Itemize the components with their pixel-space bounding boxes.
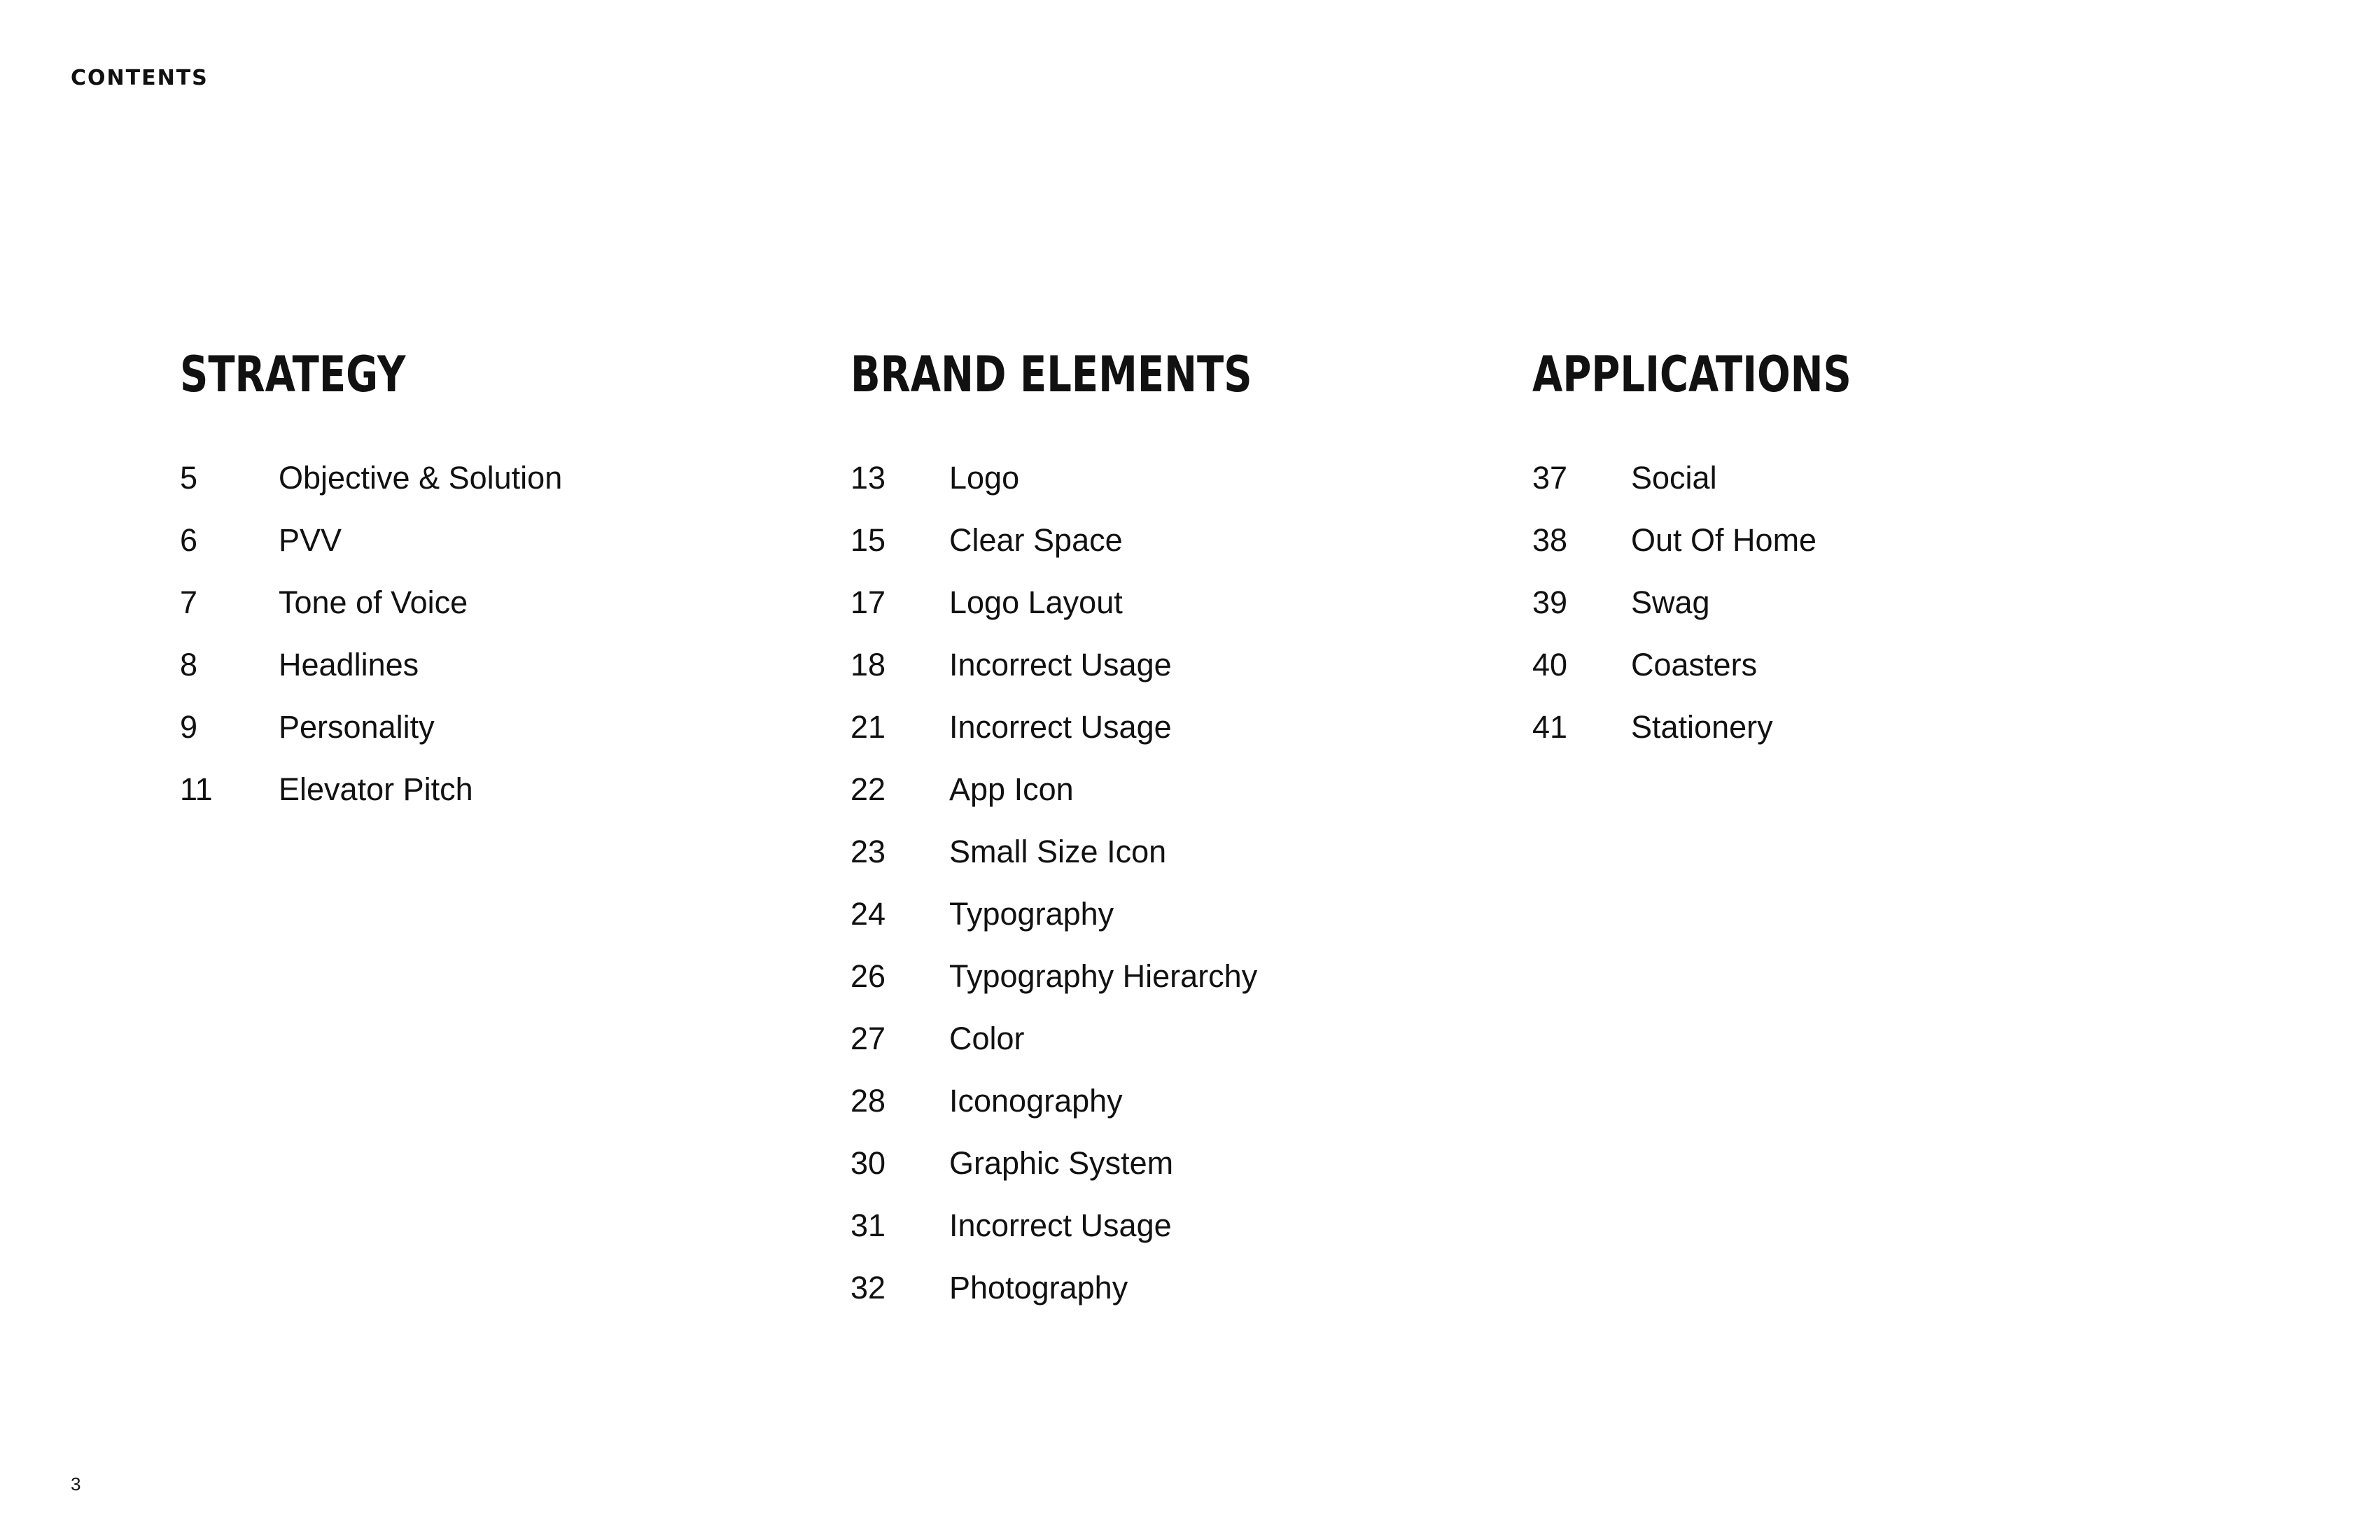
toc-entry-title: Logo bbox=[949, 460, 1020, 496]
toc-page-number: 23 bbox=[850, 834, 886, 869]
toc-entry[interactable]: 40 Coasters bbox=[1532, 634, 1931, 696]
toc-entry[interactable]: 21 Incorrect Usage bbox=[850, 696, 1352, 758]
toc-entry[interactable]: 37 Social bbox=[1532, 447, 1931, 509]
toc-entry-title: Incorrect Usage bbox=[949, 647, 1172, 682]
toc-entry[interactable]: 6 PVV bbox=[180, 509, 562, 571]
toc-page-number: 17 bbox=[850, 584, 886, 620]
toc-entry-title: Incorrect Usage bbox=[949, 1208, 1172, 1243]
toc-entry[interactable]: 11 Elevator Pitch bbox=[180, 758, 562, 820]
toc-entry[interactable]: 13 Logo bbox=[850, 447, 1352, 509]
toc-entry[interactable]: 39 Swag bbox=[1532, 571, 1931, 634]
toc-entry-title: Color bbox=[949, 1021, 1025, 1056]
toc-page-number: 30 bbox=[850, 1145, 886, 1181]
toc-page-number: 22 bbox=[850, 771, 886, 807]
toc-entry[interactable]: 32 Photography bbox=[850, 1256, 1352, 1319]
toc-entry-title: Headlines bbox=[279, 647, 419, 682]
toc-entry-title: Typography Hierarchy bbox=[949, 958, 1258, 994]
section-title: BRAND ELEMENTS bbox=[850, 346, 1252, 403]
toc-page-number: 39 bbox=[1532, 584, 1568, 620]
toc-entry[interactable]: 17 Logo Layout bbox=[850, 571, 1352, 634]
toc-page-number: 9 bbox=[180, 709, 198, 745]
toc-entry-title: Clear Space bbox=[949, 522, 1123, 558]
toc-entry-title: Coasters bbox=[1631, 647, 1758, 682]
toc-page-number: 37 bbox=[1532, 460, 1568, 496]
toc-entry[interactable]: 26 Typography Hierarchy bbox=[850, 945, 1352, 1007]
toc-entry-title: Logo Layout bbox=[949, 584, 1123, 620]
toc-entry[interactable]: 5 Objective & Solution bbox=[180, 447, 562, 509]
toc-entry-title: Swag bbox=[1631, 584, 1710, 620]
toc-page-number: 5 bbox=[180, 460, 198, 496]
toc-entry[interactable]: 23 Small Size Icon bbox=[850, 820, 1352, 883]
toc-entry[interactable]: 41 Stationery bbox=[1532, 696, 1931, 758]
toc-page-number: 15 bbox=[850, 522, 886, 558]
page-header-label: CONTENTS bbox=[71, 66, 209, 90]
toc-entry-title: App Icon bbox=[949, 771, 1074, 807]
toc-page-number: 11 bbox=[180, 771, 213, 807]
toc-entry-title: Tone of Voice bbox=[279, 584, 468, 620]
toc-page-number: 21 bbox=[850, 709, 886, 745]
toc-entry[interactable]: 8 Headlines bbox=[180, 634, 562, 696]
toc-page-number: 7 bbox=[180, 584, 198, 620]
toc-entry-title: Social bbox=[1631, 460, 1717, 496]
toc-entry[interactable]: 27 Color bbox=[850, 1007, 1352, 1070]
toc-entry-title: Graphic System bbox=[949, 1145, 1174, 1181]
toc-entry[interactable]: 15 Clear Space bbox=[850, 509, 1352, 571]
toc-entry[interactable]: 24 Typography bbox=[850, 883, 1352, 945]
toc-entry-title: Elevator Pitch bbox=[279, 771, 473, 807]
toc-entry-title: Small Size Icon bbox=[949, 834, 1167, 869]
toc-list: 13 Logo 15 Clear Space 17 Logo Layout 18 Inc… bbox=[850, 447, 1352, 1319]
footer-page-number: 3 bbox=[71, 1474, 81, 1494]
toc-entry[interactable]: 38 Out Of Home bbox=[1532, 509, 1931, 571]
toc-page-number: 31 bbox=[850, 1208, 886, 1243]
toc-page-number: 40 bbox=[1532, 647, 1568, 682]
toc-page-number: 13 bbox=[850, 460, 886, 496]
toc-entry[interactable]: 22 App Icon bbox=[850, 758, 1352, 820]
toc-section-applications: APPLICATIONS 37 Social 38 Out Of Home 39 Sw… bbox=[1532, 344, 1931, 758]
toc-page-number: 38 bbox=[1532, 522, 1568, 558]
toc-entry[interactable]: 31 Incorrect Usage bbox=[850, 1194, 1352, 1256]
toc-page-number: 26 bbox=[850, 958, 886, 994]
toc-entry-title: Photography bbox=[949, 1270, 1128, 1306]
toc-entry[interactable]: 28 Iconography bbox=[850, 1070, 1352, 1132]
toc-entry-title: Objective & Solution bbox=[279, 460, 563, 496]
toc-entry-title: Typography bbox=[949, 896, 1114, 932]
section-title: STRATEGY bbox=[180, 346, 406, 403]
toc-list: 37 Social 38 Out Of Home 39 Swag 40 Coasters… bbox=[1532, 447, 1931, 758]
toc-list: 5 Objective & Solution 6 PVV 7 Tone of Voic… bbox=[180, 447, 562, 820]
toc-section-strategy: STRATEGY 5 Objective & Solution 6 PVV 7 Ton… bbox=[180, 344, 562, 820]
toc-page-number: 28 bbox=[850, 1083, 886, 1119]
toc-entry[interactable]: 18 Incorrect Usage bbox=[850, 634, 1352, 696]
toc-entry-title: Iconography bbox=[949, 1083, 1123, 1119]
toc-page-number: 6 bbox=[180, 522, 198, 558]
toc-entry[interactable]: 30 Graphic System bbox=[850, 1132, 1352, 1194]
toc-section-brand-elements: BRAND ELEMENTS 13 Logo 15 Clear Space 17 Lo… bbox=[850, 344, 1352, 1319]
toc-entry-title: Incorrect Usage bbox=[949, 709, 1172, 745]
toc-page-number: 8 bbox=[180, 647, 198, 682]
toc-entry-title: Out Of Home bbox=[1631, 522, 1817, 558]
toc-page-number: 18 bbox=[850, 647, 886, 682]
toc-page-number: 27 bbox=[850, 1021, 886, 1056]
toc-entry-title: Personality bbox=[279, 709, 435, 745]
toc-entry-title: PVV bbox=[279, 522, 342, 558]
toc-entry[interactable]: 9 Personality bbox=[180, 696, 562, 758]
section-title: APPLICATIONS bbox=[1532, 346, 1851, 403]
toc-page-number: 41 bbox=[1532, 709, 1568, 745]
toc-page-number: 24 bbox=[850, 896, 886, 932]
toc-entry[interactable]: 7 Tone of Voice bbox=[180, 571, 562, 634]
toc-entry-title: Stationery bbox=[1631, 709, 1773, 745]
toc-page-number: 32 bbox=[850, 1270, 886, 1306]
